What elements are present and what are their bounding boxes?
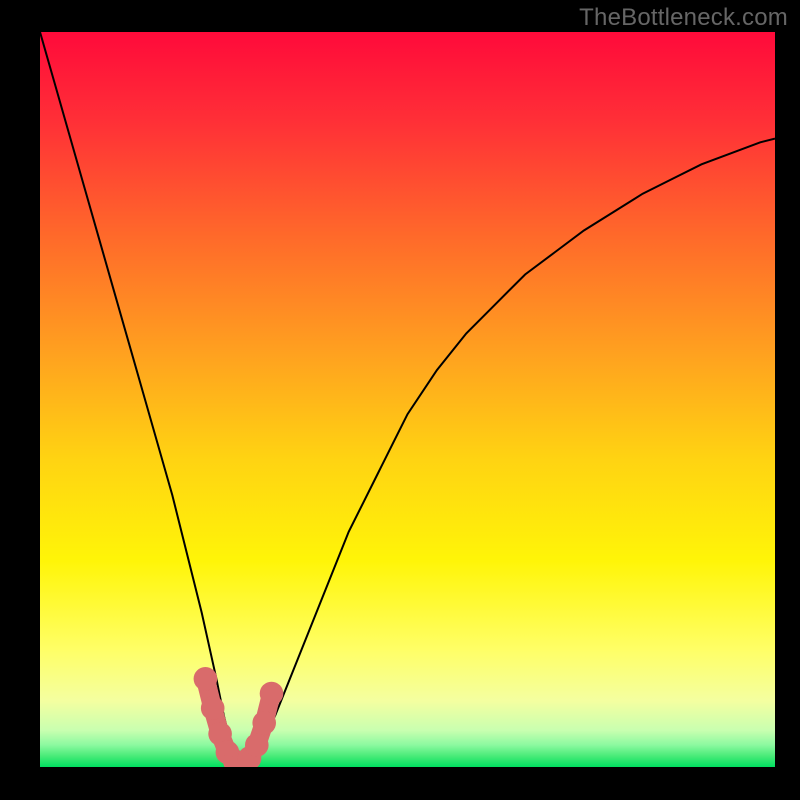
chart-frame: TheBottleneck.com <box>0 0 800 800</box>
watermark-text: TheBottleneck.com <box>579 4 788 32</box>
optimal-range-points <box>194 667 284 767</box>
optimal-point <box>245 733 269 757</box>
optimal-point <box>201 696 225 720</box>
optimal-point <box>194 667 218 691</box>
optimal-point <box>252 711 276 735</box>
plot-area <box>40 32 775 767</box>
optimal-point <box>260 682 284 706</box>
bottleneck-curve <box>40 32 775 767</box>
chart-svg <box>40 32 775 767</box>
